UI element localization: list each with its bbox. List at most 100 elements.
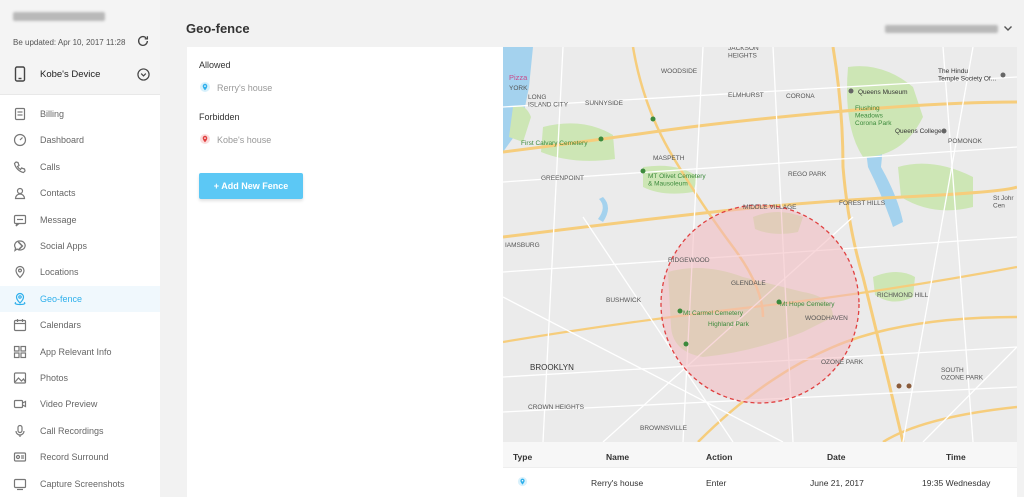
map-label-woodside: WOODSIDE	[661, 68, 698, 75]
sidebar-item-calls[interactable]: Calls	[0, 154, 160, 180]
billing-icon	[14, 107, 26, 121]
sidebar-item-label: Photos	[40, 373, 69, 383]
map-label-richmond-hill: RICHMOND HILL	[877, 292, 929, 299]
sidebar-item-calendars[interactable]: Calendars	[0, 312, 160, 338]
video-icon	[13, 400, 27, 409]
phone-device-icon	[14, 66, 26, 82]
add-new-fence-button[interactable]: + Add New Fence	[199, 173, 303, 199]
chevron-down-icon[interactable]	[1002, 22, 1014, 34]
allowed-pin-icon	[200, 82, 210, 92]
sidebar-item-label: Calendars	[40, 320, 82, 331]
sidebar-item-label: Billing	[40, 109, 65, 119]
sidebar-item-photos[interactable]: Photos	[0, 365, 160, 391]
sidebar-item-label: Locations	[40, 267, 79, 278]
map-label-queens-museum: Queens Museum	[858, 89, 908, 96]
map-label-jackson: JACKSON HEIGHTS	[728, 47, 759, 60]
map-label-forest-hills: FOREST HILLS	[839, 200, 886, 207]
sidebar-item-video-preview[interactable]: Video Preview	[0, 391, 160, 417]
allowed-fence-item[interactable]: Rerry's house	[199, 81, 319, 95]
phone-icon	[13, 161, 26, 173]
forbidden-title: Forbidden	[199, 112, 240, 122]
sidebar-item-label: App Relevant Info	[40, 346, 112, 357]
sidebar-item-label: Record Surround	[40, 452, 109, 463]
fence-history-table: Type Name Action Date Time Rerry's house…	[503, 442, 1017, 497]
map-label-brownsville: BROWNSVILLE	[640, 425, 688, 432]
sidebar-item-label: Call Recordings	[40, 425, 104, 436]
header-time: Time	[946, 452, 966, 462]
map-label-bushwick: BUSHWICK	[606, 297, 642, 304]
sidebar-item-contacts[interactable]: Contacts	[0, 180, 160, 206]
header-type: Type	[513, 452, 533, 462]
user-email-redacted[interactable]	[885, 25, 998, 33]
sidebar-item-app-relevant-info[interactable]: App Relevant Info	[0, 339, 160, 365]
page-header: Geo-fence	[160, 0, 1024, 47]
sidebar-item-dashboard[interactable]: Dashboard	[0, 127, 160, 153]
map-label-first-calvary: First Calvary Cemetery	[521, 140, 588, 147]
map-label-pizza: Pizza	[509, 73, 528, 82]
recorder-icon	[13, 452, 27, 462]
forbidden-fence-item[interactable]: Kobe's house	[199, 133, 319, 147]
account-panel: Be updated: Apr 10, 2017 11:28 Kobe's De…	[0, 0, 160, 95]
sidebar-item-social-apps[interactable]: Social Apps	[0, 233, 160, 259]
map-label-mt-hope: Mt Hope Cemetery	[780, 301, 835, 308]
map-label-ridgewood: RIDGEWOOD	[668, 257, 710, 264]
sidebar-item-record-surround[interactable]: Record Surround	[0, 444, 160, 470]
map-label-york: YORK	[509, 85, 528, 92]
map-label-mt-carmel: Mt Carmel Cemetery	[683, 310, 744, 317]
sidebar-item-billing[interactable]: Billing	[0, 101, 160, 127]
apps-grid-icon	[13, 345, 27, 358]
map-label-brooklyn: BROOKLYN	[530, 363, 574, 372]
sidebar-item-label: Calls	[40, 161, 61, 172]
map-label-highland: Highland Park	[708, 321, 750, 328]
sidebar-item-label: Capture Screenshots	[40, 478, 125, 489]
map-label-sunnyside: SUNNYSIDE	[585, 100, 624, 107]
sidebar-item-call-recordings[interactable]: Call Recordings	[0, 418, 160, 444]
sidebar-item-label: Contacts	[40, 188, 76, 199]
map-label-woodhaven: WOODHAVEN	[805, 315, 848, 322]
screenshot-icon	[13, 478, 27, 490]
allowed-pin-icon	[517, 476, 528, 487]
map-label-glendale: GLENDALE	[731, 280, 766, 287]
sidebar-item-label: Video Preview	[40, 399, 98, 410]
allowed-title: Allowed	[199, 60, 231, 70]
sidebar-item-capture-screenshots[interactable]: Capture Screenshots	[0, 471, 160, 497]
map-canvas[interactable]: Pizza YORK LONG ISLAND CITY SUNNYSIDE WOO…	[503, 47, 1017, 442]
map-label-queens-college: Queens College	[895, 128, 942, 135]
dashboard-icon	[13, 134, 27, 147]
map-label-pomonok: POMONOK	[948, 138, 983, 145]
sidebar-item-geo-fence[interactable]: Geo-fence	[0, 285, 160, 312]
row-name: Rerry's house	[591, 478, 644, 488]
device-selector[interactable]: Kobe's Device	[0, 62, 160, 87]
table-header: Type Name Action Date Time	[503, 442, 1017, 468]
header-date: Date	[827, 452, 846, 462]
sidebar-item-locations[interactable]: Locations	[0, 259, 160, 285]
forbidden-fence-name: Kobe's house	[217, 135, 272, 145]
contacts-icon	[14, 188, 26, 200]
sidebar-item-label: Social Apps	[40, 241, 88, 251]
sidebar: Be updated: Apr 10, 2017 11:28 Kobe's De…	[0, 0, 160, 497]
last-updated-text: Be updated: Apr 10, 2017 11:28	[13, 38, 126, 47]
map-label-rego-park: REGO PARK	[788, 171, 827, 178]
map-label-maspeth: MASPETH	[653, 155, 685, 162]
map-label-middle-village: MIDDLE VILLAGE	[743, 204, 797, 211]
refresh-icon[interactable]	[136, 34, 150, 48]
location-pin-icon	[15, 266, 25, 279]
map-label-greenpoint: GREENPOINT	[541, 175, 584, 182]
map-label-elmhurst: ELMHURST	[728, 92, 764, 99]
device-name: Kobe's Device	[40, 69, 101, 80]
geo-fence-map[interactable]: Pizza YORK LONG ISLAND CITY SUNNYSIDE WOO…	[503, 47, 1017, 442]
photo-icon	[13, 372, 27, 384]
map-label-crown-heights: CROWN HEIGHTS	[528, 404, 585, 411]
sidebar-item-label: Dashboard	[40, 135, 85, 146]
sidebar-item-label: Geo-fence	[40, 293, 83, 304]
map-label-ozone-park: OZONE PARK	[821, 359, 864, 366]
row-time: 19:35 Wednesday	[922, 478, 991, 488]
allowed-fence-name: Rerry's house	[217, 83, 273, 93]
sidebar-item-message[interactable]: Message	[0, 207, 160, 233]
microphone-icon	[15, 424, 25, 437]
forbidden-pin-icon	[200, 134, 210, 144]
geo-fence-icon	[14, 292, 26, 305]
chevron-down-circle-icon[interactable]	[137, 68, 150, 81]
header-action: Action	[706, 452, 733, 462]
row-action: Enter	[706, 478, 727, 488]
